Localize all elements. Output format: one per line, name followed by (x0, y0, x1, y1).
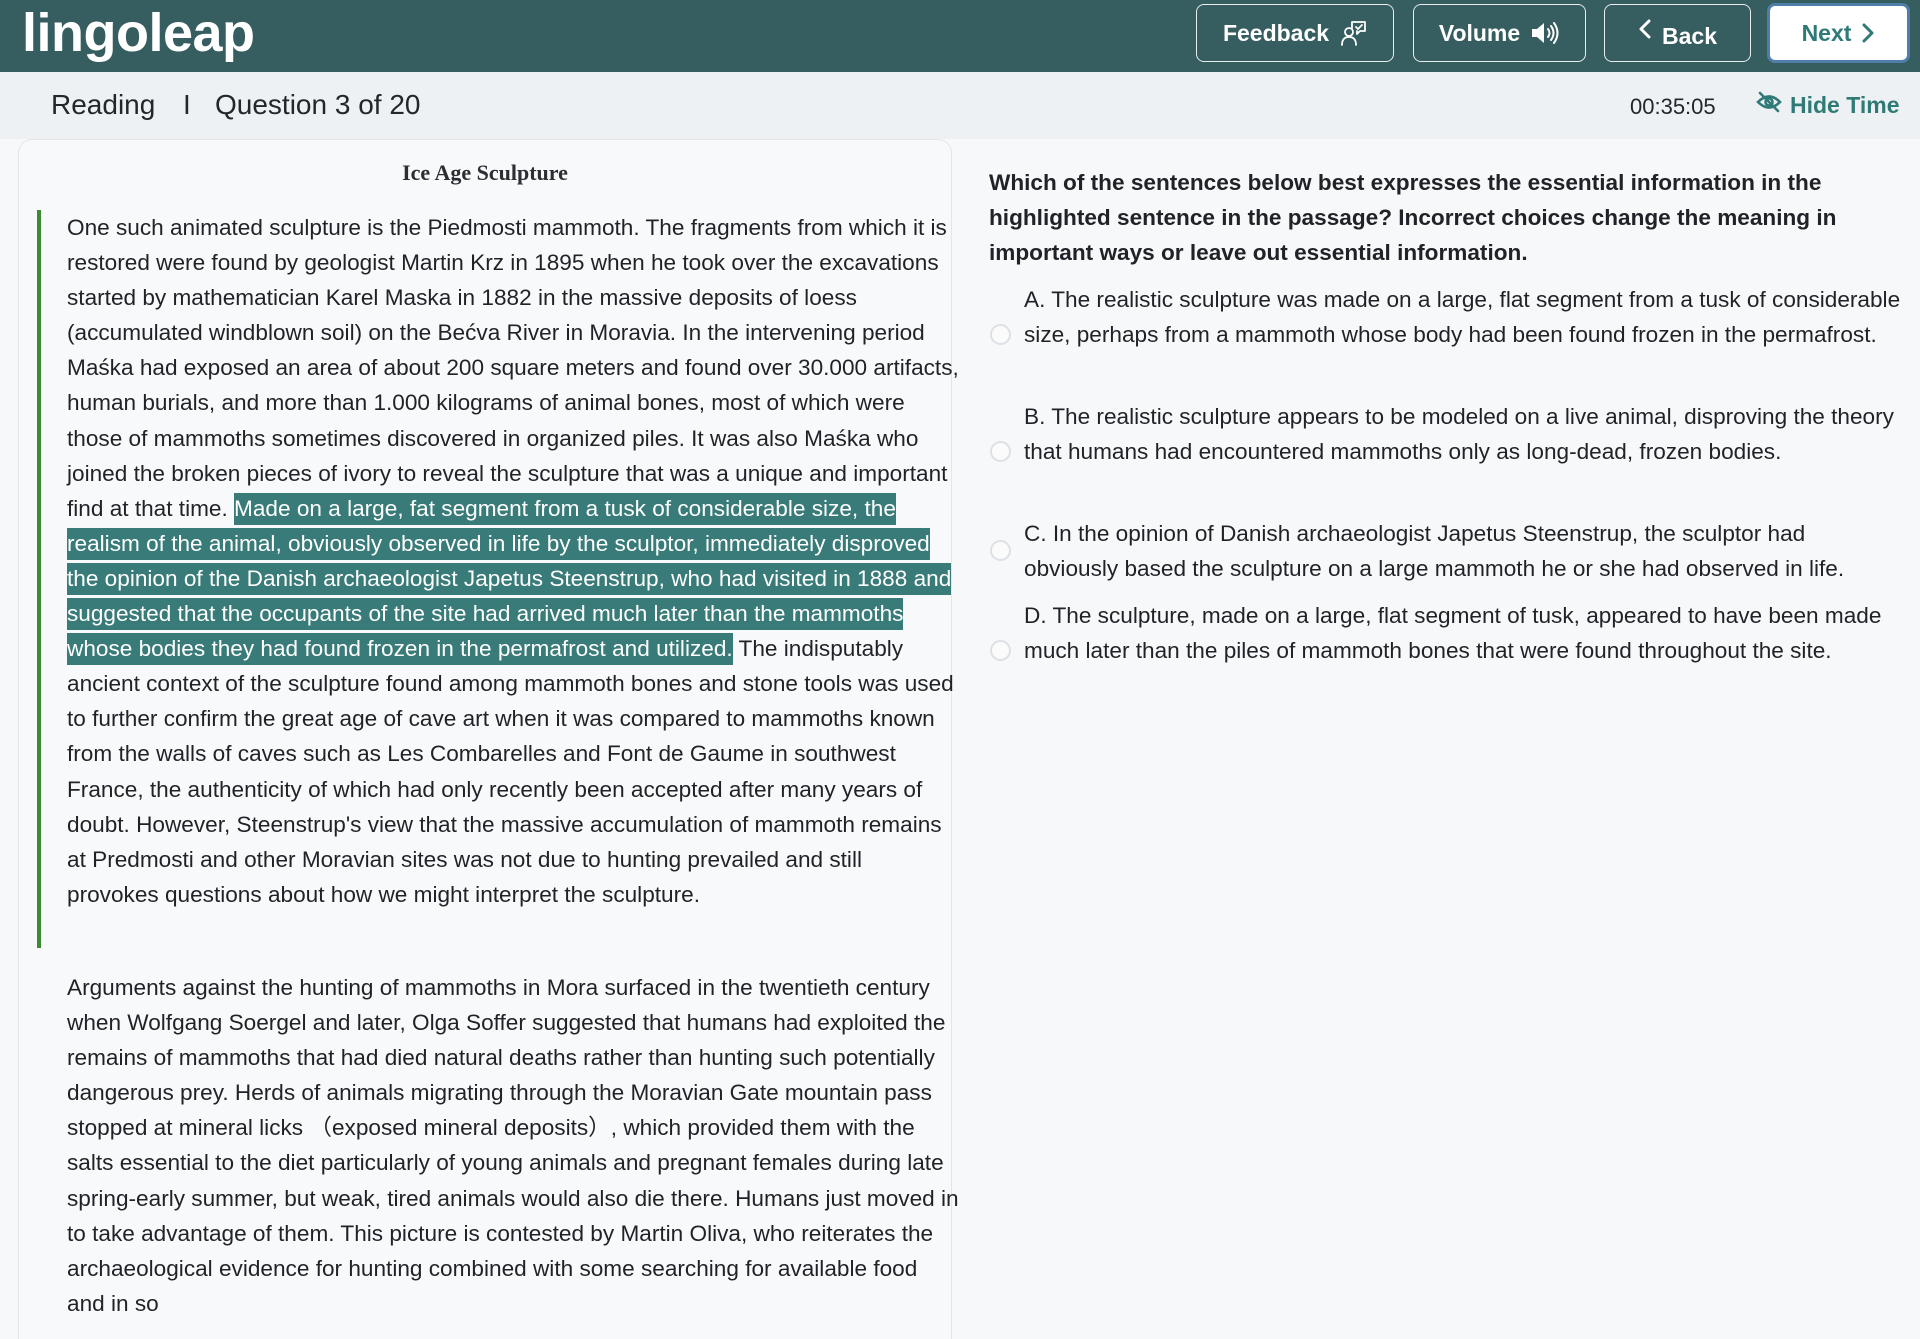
app-logo: lingoleap (22, 3, 255, 63)
next-label: Next (1801, 19, 1852, 46)
passage-paragraph-2: Arguments against the hunting of mammoth… (67, 975, 959, 1316)
volume-button[interactable]: Volume (1413, 4, 1586, 62)
radio-button[interactable] (990, 540, 1011, 561)
countdown-timer: 00:35:05 (1630, 94, 1716, 119)
feedback-person-chat-icon (1339, 19, 1367, 47)
paragraph-text: The indisputably ancient context of the … (67, 636, 954, 907)
top-bar: lingoleap Feedback Volume Back Next (0, 0, 1920, 72)
chevron-left-icon (1638, 18, 1652, 40)
volume-label: Volume (1438, 19, 1521, 46)
eye-slash-icon (1756, 90, 1782, 120)
paragraph-text: One such animated sculpture is the Piedm… (67, 215, 959, 521)
question-info-bar: Reading I Question 3 of 20 00:35:05 Hide… (0, 72, 1920, 139)
option-text: A. The realistic sculpture was made on a… (1024, 287, 1901, 348)
radio-button[interactable] (990, 640, 1011, 661)
option-text: D. The sculpture, made on a large, flat … (1024, 603, 1882, 664)
passage-panel[interactable]: Ice Age Sculpture One such animated scul… (18, 139, 959, 1339)
next-button[interactable]: Next (1767, 3, 1910, 63)
chevron-right-icon (1861, 22, 1875, 44)
back-button[interactable]: Back (1604, 4, 1751, 62)
passage-paragraph-1: One such animated sculpture is the Piedm… (67, 210, 959, 912)
hide-time-button[interactable]: Hide Time (1756, 90, 1900, 120)
speaker-volume-icon (1530, 20, 1560, 46)
option-text: B. The realistic sculpture appears to be… (1024, 404, 1894, 465)
question-prompt: Which of the sentences below best expres… (989, 170, 1837, 266)
feedback-label: Feedback (1222, 19, 1330, 46)
breadcrumb-separator: I (183, 89, 191, 120)
back-label: Back (1662, 22, 1717, 49)
hide-time-label: Hide Time (1790, 91, 1900, 118)
radio-button[interactable] (990, 441, 1011, 462)
passage-title: Ice Age Sculpture (402, 160, 568, 185)
section-label: Reading (51, 89, 156, 120)
feedback-button[interactable]: Feedback (1196, 4, 1394, 62)
option-text: C. In the opinion of Danish archaeologis… (1024, 521, 1845, 582)
radio-button[interactable] (990, 324, 1011, 345)
question-progress: Question 3 of 20 (215, 89, 421, 120)
current-paragraph-marker (37, 210, 41, 948)
